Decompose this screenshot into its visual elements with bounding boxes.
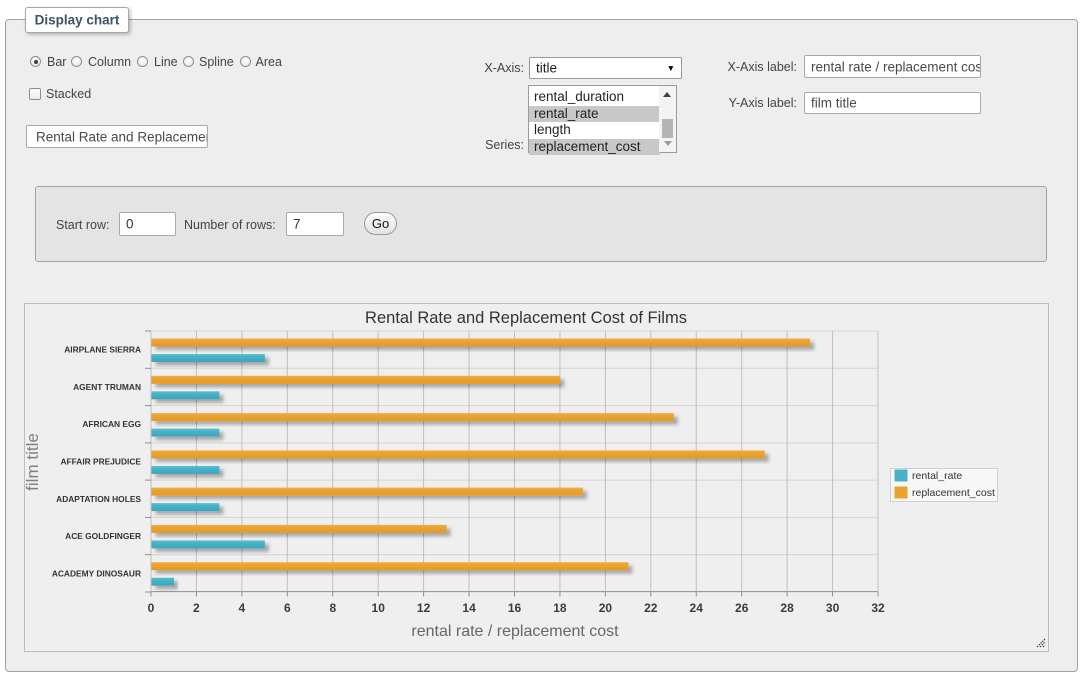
svg-text:2: 2 bbox=[193, 601, 200, 615]
svg-text:32: 32 bbox=[871, 601, 885, 615]
svg-text:20: 20 bbox=[599, 601, 613, 615]
svg-text:ADAPTATION HOLES: ADAPTATION HOLES bbox=[56, 494, 141, 504]
svg-text:replacement_cost: replacement_cost bbox=[912, 487, 995, 499]
svg-text:22: 22 bbox=[644, 601, 658, 615]
svg-text:rental rate / replacement cost: rental rate / replacement cost bbox=[411, 623, 619, 640]
svg-text:Rental Rate and Replacement Co: Rental Rate and Replacement Cost of Film… bbox=[365, 309, 687, 327]
svg-text:14: 14 bbox=[462, 601, 476, 615]
svg-text:AFRICAN EGG: AFRICAN EGG bbox=[82, 419, 141, 429]
svg-text:ACADEMY DINOSAUR: ACADEMY DINOSAUR bbox=[52, 568, 141, 578]
svg-text:10: 10 bbox=[372, 601, 386, 615]
svg-text:4: 4 bbox=[239, 601, 246, 615]
svg-text:ACE GOLDFINGER: ACE GOLDFINGER bbox=[65, 531, 141, 541]
svg-text:12: 12 bbox=[417, 601, 431, 615]
svg-text:rental_rate: rental_rate bbox=[912, 470, 962, 482]
svg-text:28: 28 bbox=[780, 601, 794, 615]
svg-text:18: 18 bbox=[553, 601, 567, 615]
svg-text:26: 26 bbox=[735, 601, 749, 615]
svg-text:AGENT TRUMAN: AGENT TRUMAN bbox=[73, 382, 141, 392]
svg-text:0: 0 bbox=[148, 601, 155, 615]
svg-text:30: 30 bbox=[826, 601, 840, 615]
svg-text:8: 8 bbox=[329, 601, 336, 615]
svg-text:16: 16 bbox=[508, 601, 522, 615]
svg-text:AIRPLANE SIERRA: AIRPLANE SIERRA bbox=[64, 345, 141, 355]
svg-text:AFFAIR PREJUDICE: AFFAIR PREJUDICE bbox=[60, 457, 141, 467]
svg-text:film title: film title bbox=[25, 433, 42, 491]
svg-text:24: 24 bbox=[690, 601, 704, 615]
svg-text:6: 6 bbox=[284, 601, 291, 615]
